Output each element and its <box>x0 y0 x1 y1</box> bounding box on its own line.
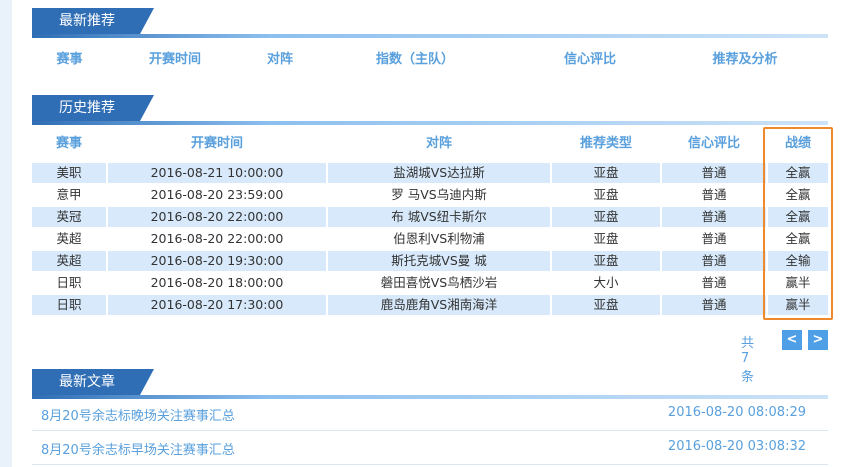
cell-recommend-type: 亚盘 <box>552 229 660 249</box>
cell-match: 斯托克城VS曼 城 <box>328 251 550 271</box>
cell-confidence: 普通 <box>662 185 766 205</box>
col-confidence: 信心评比 <box>563 52 616 67</box>
cell-start-time: 2016-08-21 10:00:00 <box>108 163 326 183</box>
result-highlight-box <box>763 127 833 320</box>
cell-league: 英超 <box>32 251 106 271</box>
cell-confidence: 普通 <box>662 251 766 271</box>
cell-league: 美职 <box>32 163 106 183</box>
th-start-time: 开赛时间 <box>190 136 243 151</box>
th-league: 赛事 <box>55 136 82 151</box>
cell-start-time: 2016-08-20 22:00:00 <box>108 229 326 249</box>
cell-recommend-type: 亚盘 <box>552 295 660 315</box>
table-row: 英超 2016-08-20 22:00:00 伯恩利VS利物浦 亚盘 普通 全赢 <box>32 229 828 249</box>
prev-page-button[interactable]: < <box>782 330 802 350</box>
cell-confidence: 普通 <box>662 295 766 315</box>
history-recommend-title: 历史推荐 <box>32 95 154 121</box>
table-row: 日职 2016-08-20 18:00:00 磐田喜悦VS鸟栖沙岩 大小 普通 赢半 <box>32 273 828 293</box>
cell-start-time: 2016-08-20 19:30:00 <box>108 251 326 271</box>
cell-confidence: 普通 <box>662 229 766 249</box>
history-recommend-header: 历史推荐 <box>32 95 828 125</box>
cell-recommend-type: 亚盘 <box>552 185 660 205</box>
cell-recommend-type: 大小 <box>552 273 660 293</box>
list-item[interactable]: 8月20号余志标早场关注赛事汇总 2016-08-20 03:08:32 <box>32 431 828 465</box>
article-title[interactable]: 8月20号余志标早场关注赛事汇总 <box>41 439 235 458</box>
cell-confidence: 普通 <box>662 163 766 183</box>
th-recommend-type: 推荐类型 <box>579 136 632 151</box>
cell-league: 意甲 <box>32 185 106 205</box>
col-index: 指数（主队） <box>375 52 454 67</box>
th-confidence: 信心评比 <box>687 136 740 151</box>
cell-recommend-type: 亚盘 <box>552 251 660 271</box>
history-table: 赛事 开赛时间 对阵 推荐类型 信心评比 战绩 美职 2016-08-21 10:… <box>32 131 828 316</box>
cell-match: 罗 马VS乌迪内斯 <box>328 185 550 205</box>
next-page-button[interactable]: > <box>808 330 828 350</box>
table-row: 英超 2016-08-20 19:30:00 斯托克城VS曼 城亚盘 普通 全输 <box>32 251 828 271</box>
cell-match: 盐湖城VS达拉斯 <box>328 163 550 183</box>
cell-match: 磐田喜悦VS鸟栖沙岩 <box>328 273 550 293</box>
left-border <box>0 0 12 467</box>
table-row: 美职 2016-08-21 10:00:00 盐湖城VS达拉斯 亚盘 普通 全赢 <box>32 163 828 183</box>
col-analysis: 推荐及分析 <box>712 52 778 67</box>
cell-league: 日职 <box>32 295 106 315</box>
cell-start-time: 2016-08-20 18:00:00 <box>108 273 326 293</box>
table-row: 日职 2016-08-20 17:30:00 鹿岛鹿角VS湘南海洋 亚盘 普通 赢半 <box>32 295 828 315</box>
cell-league: 日职 <box>32 273 106 293</box>
article-list: 8月20号余志标晚场关注赛事汇总 2016-08-20 08:08:29 8月2… <box>32 397 828 467</box>
latest-recommend-header: 最新推荐 <box>32 8 828 38</box>
latest-articles-header: 最新文章 <box>32 369 828 399</box>
cell-start-time: 2016-08-20 22:00:00 <box>108 207 326 227</box>
latest-articles-title: 最新文章 <box>32 369 154 395</box>
col-league: 赛事 <box>56 52 83 67</box>
article-time: 2016-08-20 03:08:32 <box>667 439 806 454</box>
header-divider <box>32 34 828 38</box>
cell-match: 伯恩利VS利物浦 <box>328 229 550 249</box>
header-divider <box>32 121 828 125</box>
cell-recommend-type: 亚盘 <box>552 207 660 227</box>
latest-recommend-title: 最新推荐 <box>32 8 154 34</box>
table-row: 英冠 2016-08-20 22:00:00 布 城VS纽卡斯尔 亚盘 普通 全赢 <box>32 207 828 227</box>
article-time: 2016-08-20 08:08:29 <box>667 405 806 420</box>
list-item[interactable]: 8月20号余志标晚场关注赛事汇总 2016-08-20 08:08:29 <box>32 397 828 431</box>
cell-confidence: 普通 <box>662 273 766 293</box>
cell-start-time: 2016-08-20 23:59:00 <box>108 185 326 205</box>
cell-league: 英超 <box>32 229 106 249</box>
cell-match: 布 城VS纽卡斯尔 <box>328 207 550 227</box>
cell-start-time: 2016-08-20 17:30:00 <box>108 295 326 315</box>
table-row: 意甲 2016-08-20 23:59:00 罗 马VS乌迪内斯 亚盘 普通 全赢 <box>32 185 828 205</box>
cell-match: 鹿岛鹿角VS湘南海洋 <box>328 295 550 315</box>
col-start-time: 开赛时间 <box>148 52 201 67</box>
cell-league: 英冠 <box>32 207 106 227</box>
th-match: 对阵 <box>425 136 452 151</box>
article-title[interactable]: 8月20号余志标晚场关注赛事汇总 <box>41 405 235 424</box>
cell-confidence: 普通 <box>662 207 766 227</box>
cell-recommend-type: 亚盘 <box>552 163 660 183</box>
col-match: 对阵 <box>266 52 293 67</box>
